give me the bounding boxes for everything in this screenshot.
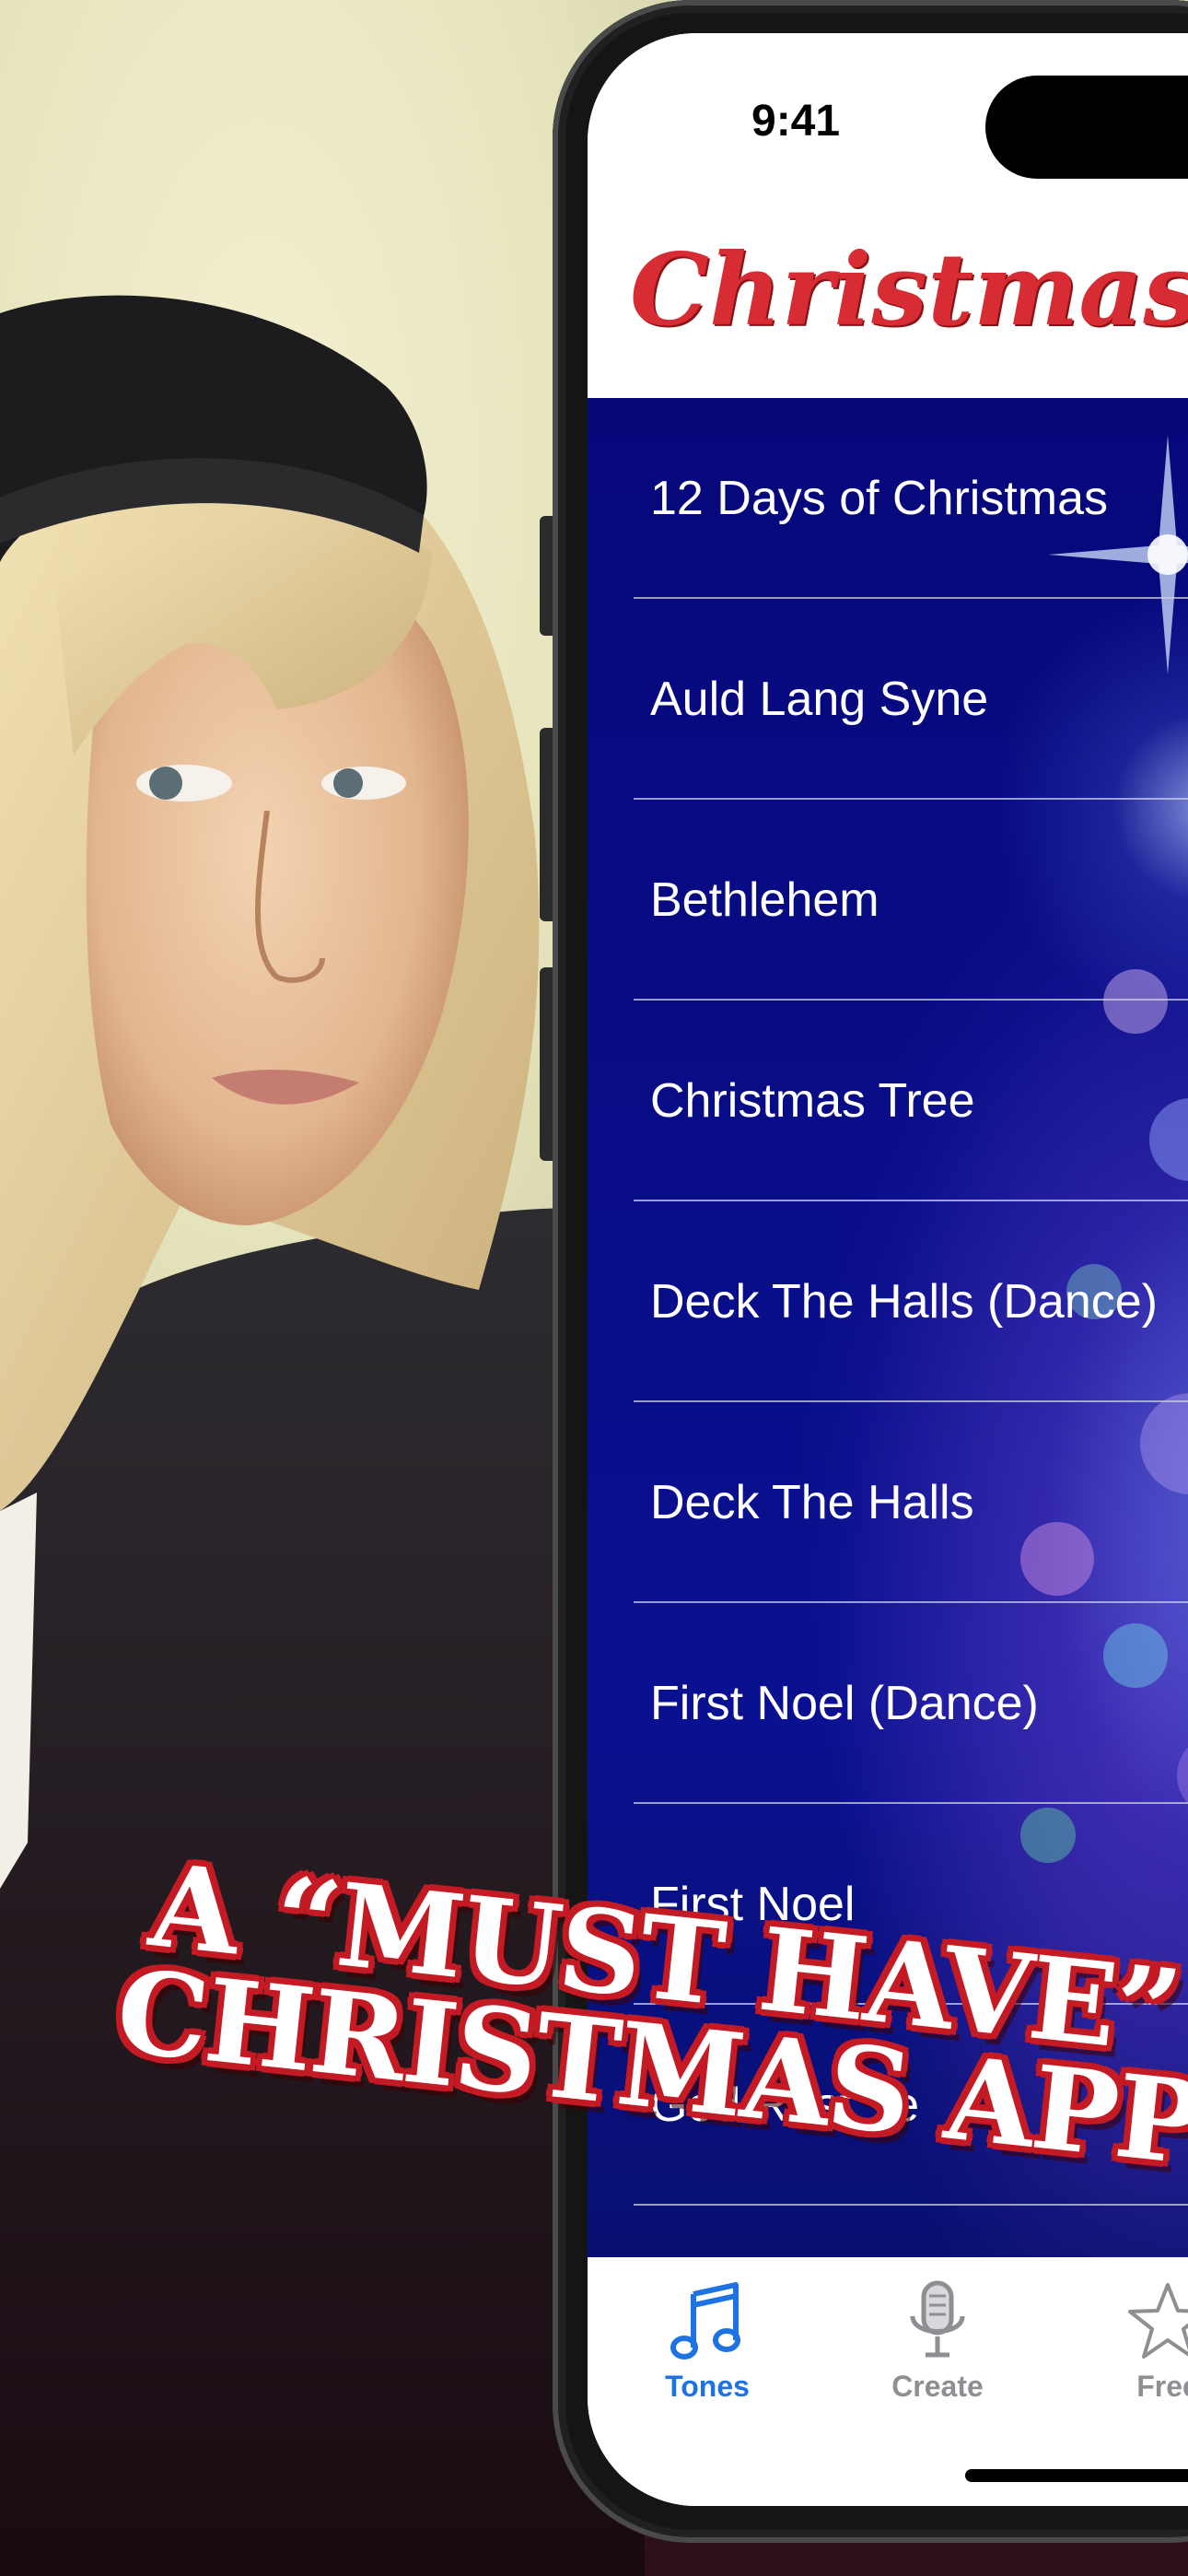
microphone-icon: [910, 2280, 965, 2358]
song-row[interactable]: Christmas Tree: [588, 1001, 1188, 1201]
person-photo: [0, 295, 645, 2576]
song-name: 12 Days of Christmas: [650, 472, 1109, 525]
song-row[interactable]: 12 Days of Christmas: [588, 398, 1188, 599]
promo-screenshot: 9:41 Christmas Jingles: [0, 0, 1188, 2576]
song-name: First Noel (Dance): [650, 1677, 1039, 1730]
tab-bar: Tones Create Free: [588, 2257, 1188, 2506]
song-name: Deck The Halls: [650, 1476, 974, 1529]
song-name: Deck The Halls (Dance): [650, 1275, 1159, 1329]
music-note-icon: [670, 2282, 740, 2359]
dynamic-island: [985, 76, 1188, 179]
tab-create[interactable]: Create: [836, 2279, 1039, 2404]
status-bar: 9:41: [588, 33, 1188, 217]
tab-tones[interactable]: Tones: [606, 2279, 809, 2404]
song-row[interactable]: Auld Lang Syne: [588, 599, 1188, 800]
tab-free[interactable]: Free: [1066, 2279, 1188, 2404]
song-row[interactable]: Deck The Halls: [588, 1402, 1188, 1603]
side-button-volume-up: [540, 728, 553, 921]
status-time: 9:41: [751, 97, 841, 146]
song-name: Christmas Tree: [650, 1074, 975, 1128]
tab-free-label: Free: [1136, 2370, 1188, 2403]
app-title: Christmas Jingles: [630, 232, 1188, 348]
home-indicator[interactable]: [965, 2469, 1188, 2482]
song-name: Auld Lang Syne: [650, 673, 989, 726]
side-button-mute: [540, 516, 553, 636]
star-icon: [1128, 2283, 1188, 2359]
tab-tones-label: Tones: [665, 2370, 750, 2403]
side-button-volume-down: [540, 967, 553, 1161]
song-name: Bethlehem: [650, 873, 879, 927]
app-header: Christmas Jingles: [588, 217, 1188, 389]
song-row[interactable]: First Noel (Dance): [588, 1603, 1188, 1804]
song-row[interactable]: Bethlehem: [588, 800, 1188, 1001]
song-row[interactable]: Good King: [588, 2206, 1188, 2257]
tab-create-label: Create: [891, 2370, 984, 2403]
song-row[interactable]: Deck The Halls (Dance): [588, 1201, 1188, 1402]
